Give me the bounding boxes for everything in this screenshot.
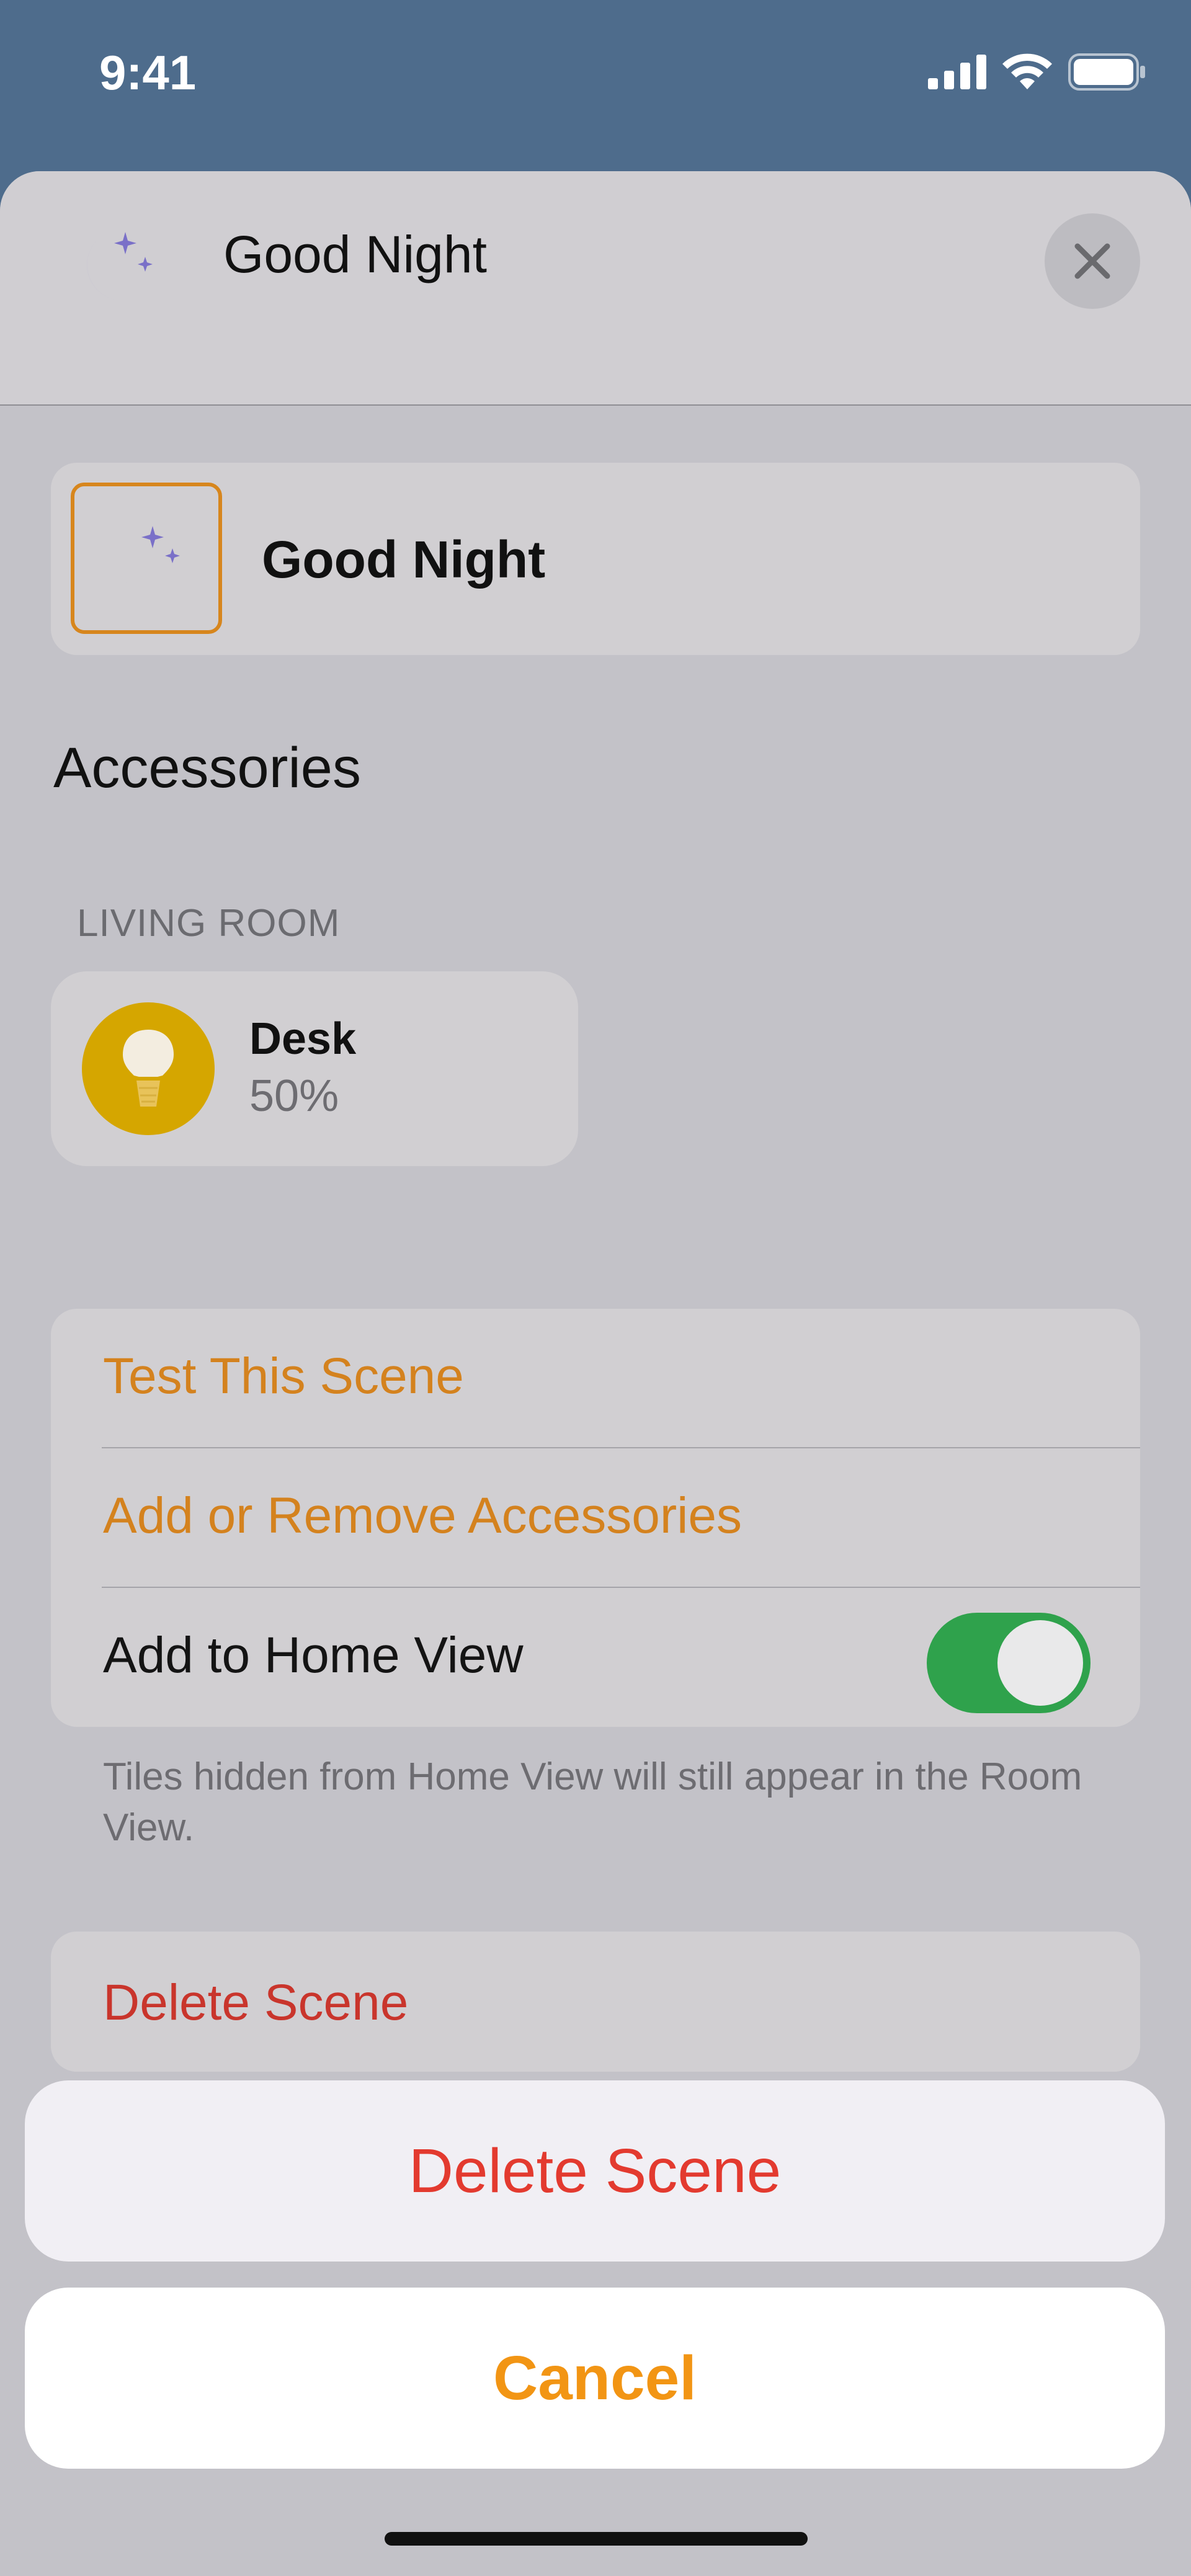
toggle-knob [997, 1620, 1083, 1706]
action-delete-label: Delete Scene [408, 2136, 782, 2206]
status-time: 9:41 [99, 45, 197, 100]
bulb-circle [82, 1002, 215, 1135]
battery-icon [1068, 53, 1145, 91]
delete-scene-label: Delete Scene [103, 1974, 409, 2031]
close-icon [1074, 243, 1110, 279]
action-cancel-button[interactable]: Cancel [25, 2288, 1165, 2469]
status-bar: 9:41 [0, 0, 1191, 149]
header-title: Good Night [223, 225, 487, 283]
home-view-toggle[interactable] [927, 1613, 1091, 1713]
test-scene-row[interactable]: Test This Scene [51, 1309, 1140, 1448]
moon-stars-icon [87, 232, 153, 301]
home-view-footer-note: Tiles hidden from Home View will still a… [103, 1755, 1082, 1849]
add-remove-accessories-label: Add or Remove Accessories [103, 1487, 743, 1544]
cellular-signal-icon [928, 55, 986, 89]
accessory-tile-desk[interactable]: Desk 50% [51, 971, 578, 1166]
home-indicator[interactable] [385, 2532, 808, 2546]
add-remove-accessories-row[interactable]: Add or Remove Accessories [51, 1448, 1140, 1587]
scene-name[interactable]: Good Night [262, 530, 545, 590]
wifi-icon [1002, 53, 1052, 89]
scene-name-card[interactable]: Good Night [51, 463, 1140, 655]
room-label: LIVING ROOM [77, 902, 341, 945]
accessories-heading: Accessories [53, 736, 361, 800]
accessory-name: Desk [249, 1014, 357, 1064]
lightbulb-icon [123, 1030, 174, 1107]
delete-scene-row[interactable]: Delete Scene [51, 1932, 1140, 2072]
scene-options-card: Test This Scene Add or Remove Accessorie… [51, 1309, 1140, 1727]
home-view-row: Add to Home View [51, 1588, 1140, 1727]
scene-icon-picker[interactable] [71, 483, 222, 634]
close-button[interactable] [1045, 213, 1140, 309]
home-view-label: Add to Home View [103, 1627, 524, 1683]
sheet-header: Good Night [0, 171, 1191, 406]
accessory-value: 50% [249, 1071, 339, 1121]
test-scene-label: Test This Scene [103, 1348, 464, 1404]
action-cancel-label: Cancel [493, 2343, 697, 2413]
action-delete-scene-button[interactable]: Delete Scene [25, 2080, 1165, 2262]
moon-stars-icon [114, 526, 180, 591]
status-icons [928, 53, 1146, 91]
